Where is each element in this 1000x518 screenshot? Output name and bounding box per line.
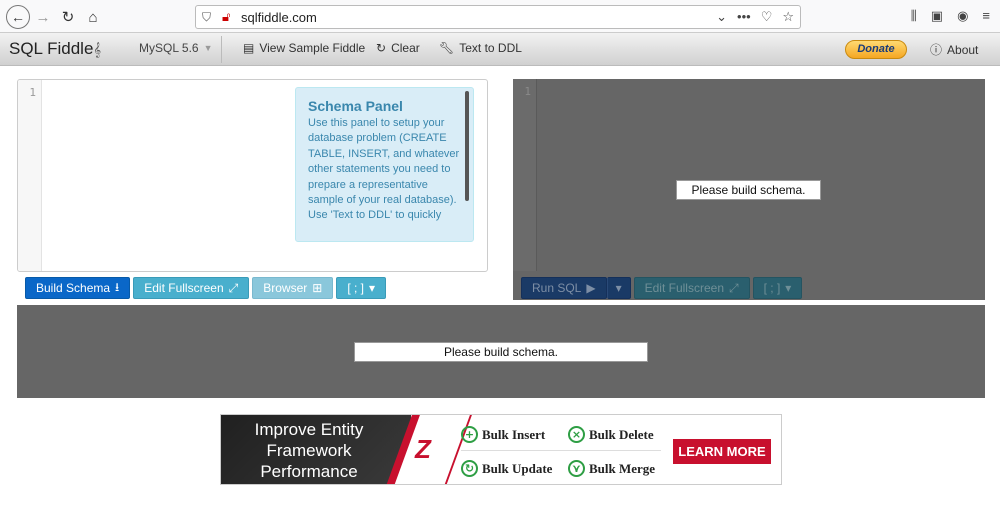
caret-down-icon: ▾: [615, 281, 622, 295]
results-status-message: Please build schema.: [354, 342, 648, 362]
back-button[interactable]: ←: [6, 5, 30, 29]
bookmark-star-icon[interactable]: ☆: [782, 9, 794, 25]
line-number: 1: [524, 85, 531, 98]
clear-button[interactable]: ↻ Clear: [376, 41, 420, 55]
run-sql-button[interactable]: Run SQL ▶: [521, 277, 607, 299]
build-schema-button[interactable]: Build Schema ⭳: [25, 277, 131, 299]
arrow-left-icon: ←: [11, 9, 25, 25]
dropdown-chevron-icon[interactable]: ⌄: [716, 9, 727, 25]
address-bar[interactable]: ⛉ 🔓︎ sqlfiddle.com ⌄ ••• ♡ ☆: [195, 5, 801, 29]
query-button-row: Run SQL ▶ ▾ Edit Fullscreen ⤢ [ ; ] ▾: [521, 277, 803, 299]
info-icon: ⓘ: [930, 43, 943, 57]
schema-help-panel: Schema Panel Use this panel to setup you…: [295, 87, 474, 242]
tree-icon: ⊞: [312, 281, 323, 295]
account-icon[interactable]: ◉: [957, 8, 968, 24]
about-button[interactable]: ⓘ About: [930, 41, 978, 58]
merge-circle-icon: ⋎: [568, 460, 585, 477]
download-icon: ⭳: [115, 279, 120, 294]
caret-down-icon: ▾: [368, 281, 376, 295]
line-number-gutter: 1: [513, 79, 537, 271]
separator-dropdown-button[interactable]: [ ; ] ▾: [336, 277, 387, 299]
learn-more-button[interactable]: LEARN MORE: [673, 439, 771, 464]
ad-divider: [461, 450, 661, 451]
ad-feature: ↻ Bulk Update: [461, 460, 552, 477]
sidebar-icon[interactable]: ▣: [931, 8, 943, 24]
caret-down-icon: ▾: [785, 281, 792, 295]
query-status-message: Please build schema.: [676, 180, 821, 200]
zzz-logo-icon: Z: [415, 434, 431, 464]
tracking-shield-icon[interactable]: ⛉: [202, 10, 211, 25]
database-version-select[interactable]: MySQL 5.6 ▼: [139, 41, 213, 55]
schema-editor[interactable]: 1 Schema Panel Use this panel to setup y…: [17, 79, 488, 272]
refresh-icon: ↻: [376, 41, 387, 55]
schema-button-row: Build Schema ⭳ Edit Fullscreen ⤢ Browser ⊞ …: [25, 277, 387, 299]
help-scrollbar[interactable]: [465, 91, 469, 201]
insecure-lock-icon[interactable]: 🔓︎: [222, 9, 230, 25]
results-panel: Please build schema.: [17, 305, 985, 398]
wrench-icon: 🔧︎: [439, 41, 455, 55]
schema-help-title: Schema Panel: [308, 98, 403, 114]
reload-button[interactable]: ↻: [57, 6, 79, 28]
ad-feature: + Bulk Insert: [461, 426, 545, 443]
list-icon: ▤: [243, 41, 255, 55]
advertisement-banner[interactable]: Improve Entity Framework Performance Z +…: [220, 414, 782, 485]
library-icon[interactable]: ⫼: [911, 8, 917, 24]
edit-fullscreen-button[interactable]: Edit Fullscreen ⤢: [133, 277, 250, 299]
page-actions-icon[interactable]: •••: [737, 9, 751, 25]
separator-dropdown-button[interactable]: [ ; ] ▾: [752, 277, 803, 299]
plus-circle-icon: +: [461, 426, 478, 443]
ad-feature: × Bulk Delete: [568, 426, 654, 443]
reload-icon: ↻: [61, 9, 75, 26]
home-icon: ⌂: [88, 8, 98, 26]
donate-button[interactable]: Donate: [845, 40, 907, 59]
browser-button[interactable]: Browser ⊞: [252, 277, 334, 299]
line-number: 1: [29, 86, 36, 99]
caret-down-icon: ▼: [203, 43, 213, 53]
brand-logo[interactable]: SQL Fiddle𝄞: [9, 39, 101, 59]
fiddle-logo-icon: 𝄞: [93, 42, 102, 57]
view-sample-fiddle-button[interactable]: ▤ View Sample Fiddle: [243, 41, 365, 55]
app-navbar: SQL Fiddle𝄞 MySQL 5.6 ▼ ▤ View Sample Fidd…: [0, 33, 1000, 66]
expand-icon: ⤢: [729, 280, 739, 295]
home-button[interactable]: ⌂: [82, 6, 104, 28]
arrow-right-icon: →: [35, 8, 51, 26]
ad-feature: ⋎ Bulk Merge: [568, 460, 655, 477]
line-number-gutter: 1: [18, 80, 42, 271]
forward-button[interactable]: →: [32, 6, 54, 28]
hamburger-menu-icon[interactable]: ≡: [982, 8, 990, 24]
edit-fullscreen-button[interactable]: Edit Fullscreen ⤢: [633, 277, 750, 299]
run-sql-dropdown[interactable]: ▾: [606, 277, 631, 299]
browser-toolbar: ← → ↻ ⌂ ⛉ 🔓︎ sqlfiddle.com ⌄ ••• ♡ ☆ ⫼ ▣…: [0, 0, 1000, 33]
url-text[interactable]: sqlfiddle.com: [241, 10, 317, 25]
query-editor[interactable]: 1 Please build schema. Run SQL ▶ ▾ Edit F…: [513, 79, 985, 300]
text-to-ddl-button[interactable]: 🔧︎ Text to DDL: [439, 41, 522, 55]
play-icon: ▶: [586, 281, 596, 295]
pocket-icon[interactable]: ♡: [761, 9, 773, 25]
navbar-divider: [221, 36, 222, 63]
refresh-circle-icon: ↻: [461, 460, 478, 477]
ad-headline: Improve Entity Framework Performance: [254, 420, 364, 481]
x-circle-icon: ×: [568, 426, 585, 443]
expand-icon: ⤢: [228, 280, 239, 295]
schema-help-text: Use this panel to setup your database pr…: [308, 117, 460, 222]
